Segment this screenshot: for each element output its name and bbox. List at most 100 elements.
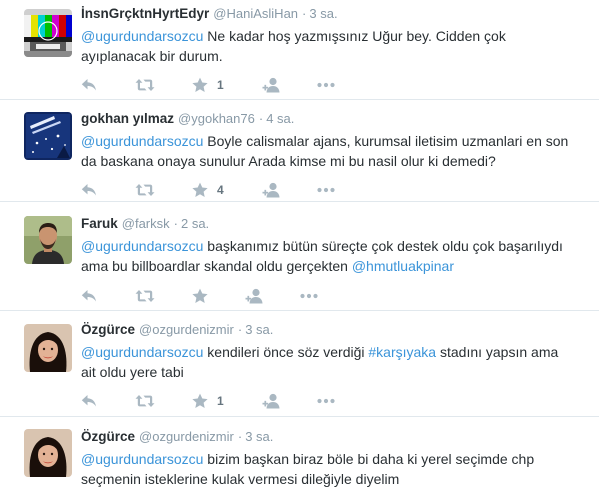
- man-portrait-avatar-image: [24, 216, 72, 264]
- tweet-header: Özgürce @ozgurdenizmir · 3 sa.: [81, 321, 587, 339]
- mention-link[interactable]: @ugurdundarsozcu: [81, 133, 203, 149]
- reply-icon: [81, 183, 97, 197]
- fullname[interactable]: İnsnGrçktnHyrtEdyr: [81, 6, 209, 21]
- tweet[interactable]: İnsnGrçktnHyrtEdyr @HaniAsliHan · 3 sa. @ug…: [0, 0, 599, 100]
- tweet-text: @ugurdundarsozcu kendileri önce söz verd…: [81, 342, 587, 382]
- more-button[interactable]: [317, 75, 335, 95]
- tweet-text: @ugurdundarsozcu bizim başkan biraz böle…: [81, 449, 587, 489]
- tweet-text-segment: başkanımız bütün süreçte çok destek oldu…: [203, 238, 563, 254]
- star-icon: [192, 182, 208, 198]
- test-pattern-avatar-image: [24, 9, 72, 57]
- favorite-count: 1: [217, 78, 224, 92]
- more-icon: [317, 187, 335, 193]
- avatar[interactable]: [24, 216, 72, 264]
- favorite-button[interactable]: [192, 286, 208, 306]
- favorite-button[interactable]: 1: [192, 75, 224, 95]
- avatar[interactable]: [24, 324, 72, 372]
- follow-icon: [262, 182, 282, 198]
- reply-icon: [81, 289, 97, 303]
- tweet-text-line: ait oldu yere tabi: [81, 364, 184, 380]
- fullname[interactable]: gokhan yılmaz: [81, 111, 174, 126]
- mention-link[interactable]: @ugurdundarsozcu: [81, 238, 203, 254]
- tweet-header: Özgürce @ozgurdenizmir · 3 sa.: [81, 428, 587, 446]
- avatar[interactable]: [24, 9, 72, 57]
- retweet-icon: [135, 78, 155, 92]
- star-icon: [192, 393, 208, 409]
- follow-button[interactable]: [262, 180, 282, 200]
- follow-button[interactable]: [245, 286, 265, 306]
- tweet-text-segment: kendileri önce söz verdiği: [203, 344, 369, 360]
- tweet-text: @ugurdundarsozcu başkanımız bütün süreçt…: [81, 236, 587, 276]
- username[interactable]: @farksk: [122, 216, 170, 231]
- retweet-icon: [135, 394, 155, 408]
- follow-button[interactable]: [262, 75, 282, 95]
- more-icon: [317, 82, 335, 88]
- woman-portrait-avatar-image: [24, 429, 72, 477]
- timestamp[interactable]: 3 sa.: [245, 322, 273, 337]
- favorite-button[interactable]: 1: [192, 391, 224, 411]
- tweet-text-line: seçmenin isteklerine kulak vermesi dileğ…: [81, 471, 400, 487]
- star-icon: [192, 288, 208, 304]
- fullname[interactable]: Özgürce: [81, 322, 135, 337]
- timestamp[interactable]: 4 sa.: [266, 111, 294, 126]
- tweet-actions: 1: [81, 391, 587, 411]
- tweet-text: @ugurdundarsozcu Ne kadar hoş yazmışsını…: [81, 26, 587, 66]
- mention-link[interactable]: @ugurdundarsozcu: [81, 28, 203, 44]
- username[interactable]: @HaniAsliHan: [213, 6, 298, 21]
- mention-link[interactable]: @hmutluakpinar: [352, 258, 454, 274]
- hashtag-link[interactable]: #karşıyaka: [368, 344, 436, 360]
- tweet-text-segment: bizim başkan biraz böle bi daha ki yerel…: [203, 451, 535, 467]
- more-button[interactable]: [317, 391, 335, 411]
- more-icon: [317, 398, 335, 404]
- follow-button[interactable]: [262, 391, 282, 411]
- tweet[interactable]: Özgürce @ozgurdenizmir · 3 sa. @ugurdundars…: [0, 311, 599, 417]
- separator-dot: ·: [258, 111, 264, 126]
- retweet-button[interactable]: [135, 286, 155, 306]
- more-button[interactable]: [300, 286, 318, 306]
- timestamp[interactable]: 3 sa.: [245, 429, 273, 444]
- retweet-icon: [135, 183, 155, 197]
- timestamp[interactable]: 3 sa.: [309, 6, 337, 21]
- favorite-button[interactable]: 4: [192, 180, 224, 200]
- reply-button[interactable]: [81, 286, 97, 306]
- fullname[interactable]: Faruk: [81, 216, 118, 231]
- tweet[interactable]: Özgürce @ozgurdenizmir · 3 sa. @ugurdundars…: [0, 417, 599, 494]
- tweet-text-segment: ama bu billboardlar skandal oldu gerçekt…: [81, 258, 352, 274]
- tweet[interactable]: Faruk @farksk · 2 sa. @ugurdundarsozcu başk…: [0, 202, 599, 311]
- retweet-button[interactable]: [135, 75, 155, 95]
- follow-icon: [245, 288, 265, 304]
- follow-icon: [262, 393, 282, 409]
- username[interactable]: @ygokhan76: [178, 111, 255, 126]
- reply-button[interactable]: [81, 391, 97, 411]
- mention-link[interactable]: @ugurdundarsozcu: [81, 344, 203, 360]
- book-cover-avatar-image: [24, 112, 72, 160]
- tweet-header: gokhan yılmaz @ygokhan76 · 4 sa.: [81, 110, 587, 128]
- retweet-button[interactable]: [135, 391, 155, 411]
- more-button[interactable]: [317, 180, 335, 200]
- separator-dot: ·: [237, 322, 243, 337]
- reply-button[interactable]: [81, 180, 97, 200]
- avatar[interactable]: [24, 112, 72, 160]
- username[interactable]: @ozgurdenizmir: [139, 429, 234, 444]
- reply-icon: [81, 78, 97, 92]
- tweet-actions: [81, 286, 587, 306]
- reply-button[interactable]: [81, 75, 97, 95]
- tweet-header: İnsnGrçktnHyrtEdyr @HaniAsliHan · 3 sa.: [81, 5, 587, 23]
- follow-icon: [262, 77, 282, 93]
- tweet[interactable]: gokhan yılmaz @ygokhan76 · 4 sa. @ugurdunda…: [0, 100, 599, 202]
- tweet-text-segment: Boyle calismalar ajans, kurumsal iletisi…: [203, 133, 569, 149]
- retweet-button[interactable]: [135, 180, 155, 200]
- avatar[interactable]: [24, 429, 72, 477]
- fullname[interactable]: Özgürce: [81, 429, 135, 444]
- mention-link[interactable]: @ugurdundarsozcu: [81, 451, 203, 467]
- separator-dot: ·: [237, 429, 243, 444]
- timestamp[interactable]: 2 sa.: [181, 216, 209, 231]
- tweet-actions: 1: [81, 75, 587, 95]
- star-icon: [192, 77, 208, 93]
- tweet-text-segment: stadını yapsın ama: [436, 344, 559, 360]
- retweet-icon: [135, 289, 155, 303]
- tweet-text-line: ayıplanacak bir durum.: [81, 48, 223, 64]
- username[interactable]: @ozgurdenizmir: [139, 322, 234, 337]
- separator-dot: ·: [302, 6, 307, 21]
- reply-icon: [81, 394, 97, 408]
